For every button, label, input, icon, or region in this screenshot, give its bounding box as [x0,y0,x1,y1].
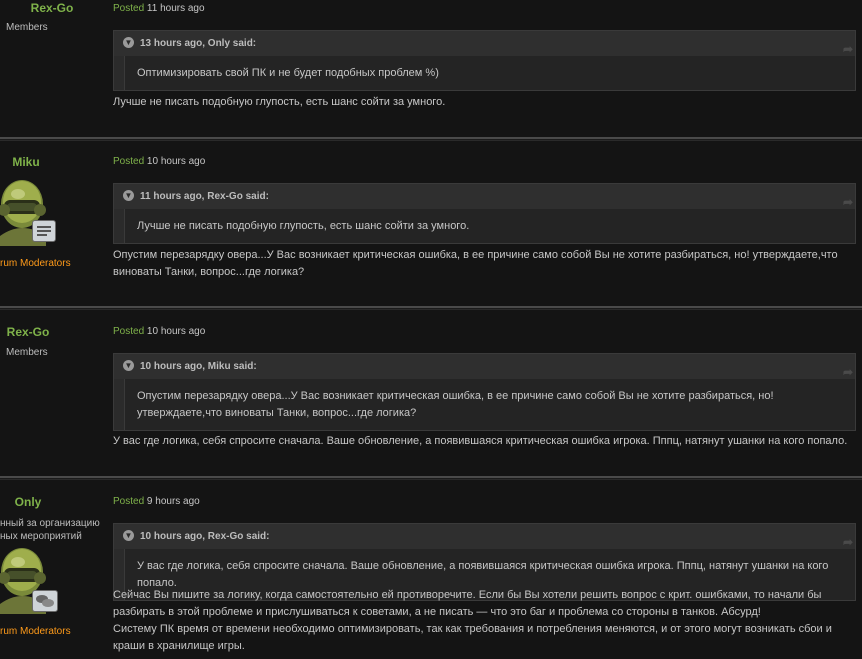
chat-bubbles-icon [32,590,58,612]
posted-label: Posted [113,156,145,167]
moderator-role: rum Moderators [0,258,71,269]
post-3: Rex-Go Members Posted 10 hours ago ▼ 10 h… [0,316,862,476]
quote-header[interactable]: ▼ 10 hours ago, Miku said: ➦ [114,354,855,379]
post-content: У вас где логика, себя спросите сначала.… [113,435,848,447]
post-content: Опустим перезарядку овера...У Вас возник… [113,249,838,278]
quote-text: Лучше не писать подобную глупость, есть … [124,209,855,243]
moderator-role: rum Moderators [0,626,71,637]
author-name-link[interactable]: Rex-Go [0,1,104,15]
quote-text: Оптимизировать свой ПК и не будет подобн… [124,56,855,90]
message-icon [32,220,56,242]
quote-header[interactable]: ▼ 13 hours ago, Only said: ➦ [114,31,855,56]
post-separator [0,137,862,141]
share-icon[interactable]: ➦ [843,37,853,62]
quote-citation: 10 hours ago, Rex-Go said: [140,531,270,542]
chevron-down-icon[interactable]: ▼ [123,189,134,201]
avatar[interactable] [0,176,62,246]
quote-header[interactable]: ▼ 10 hours ago, Rex-Go said: ➦ [114,524,855,549]
post-meta: Posted 10 hours ago [113,326,205,337]
post-2: Miku rum Moderators Posted 10 hours ago … [0,146,862,306]
posted-label: Posted [113,326,145,337]
share-icon[interactable]: ➦ [843,190,853,215]
author-info: Rex-Go Members [0,316,56,358]
author-group: Members [6,347,48,358]
posted-time[interactable]: 11 hours ago [147,3,205,14]
avatar[interactable] [0,544,62,614]
posted-time[interactable]: 9 hours ago [147,496,200,507]
post-separator [0,476,862,480]
author-name-link[interactable]: Only [0,495,56,509]
quote-block: ▼ 10 hours ago, Miku said: ➦ Опустим пере… [113,353,856,431]
chevron-down-icon[interactable]: ▼ [123,529,134,541]
author-title: нный за организацию ных мероприятий [0,518,100,542]
author-group: Members [6,22,48,33]
post-4: Only нный за организацию ных мероприятий… [0,486,862,659]
post-content: Лучше не писать подобную глупость, есть … [113,96,446,108]
quote-block: ▼ 13 hours ago, Only said: ➦ Оптимизирова… [113,30,856,91]
quote-citation: 13 hours ago, Only said: [140,38,257,49]
author-info: Rex-Go Members [0,0,104,33]
author-name-link[interactable]: Rex-Go [0,325,56,339]
posted-label: Posted [113,3,145,14]
posted-label: Posted [113,496,145,507]
post-meta: Posted 11 hours ago [113,3,205,14]
chevron-down-icon[interactable]: ▼ [123,359,134,371]
quote-text: Опустим перезарядку овера...У Вас возник… [124,379,855,430]
chevron-down-icon[interactable]: ▼ [123,36,134,48]
author-info: Only [0,486,56,509]
posted-time[interactable]: 10 hours ago [147,156,205,167]
quote-citation: 10 hours ago, Miku said: [140,361,257,372]
post-content: Сейчас Вы пишите за логику, когда самост… [113,589,832,652]
post-meta: Posted 9 hours ago [113,496,200,507]
quote-block: ▼ 11 hours ago, Rex-Go said: ➦ Лучше не п… [113,183,856,244]
share-icon[interactable]: ➦ [843,360,853,385]
post-1: Rex-Go Members Posted 11 hours ago ▼ 13 h… [0,0,862,137]
quote-header[interactable]: ▼ 11 hours ago, Rex-Go said: ➦ [114,184,855,209]
posted-time[interactable]: 10 hours ago [147,326,205,337]
quote-citation: 11 hours ago, Rex-Go said: [140,191,269,202]
author-name-link[interactable]: Miku [0,155,56,169]
post-meta: Posted 10 hours ago [113,156,205,167]
post-separator [0,306,862,310]
share-icon[interactable]: ➦ [843,530,853,555]
author-info: Miku [0,146,56,169]
